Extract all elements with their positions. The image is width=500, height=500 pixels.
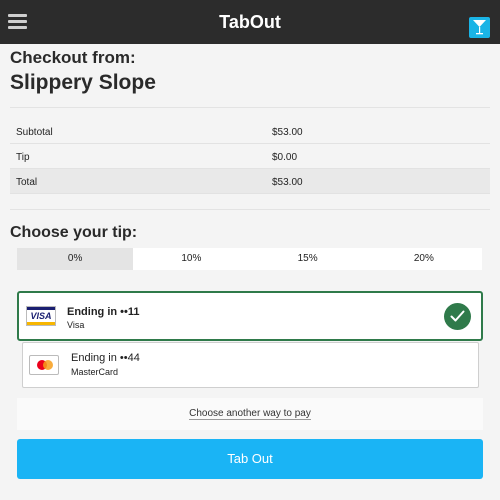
summary-row-subtotal: Subtotal $53.00 [10, 119, 490, 144]
tab-out-button[interactable]: Tab Out [17, 439, 483, 479]
card-ending: Ending in ••11 [67, 306, 140, 318]
another-way-label: Choose another way to pay [189, 408, 311, 420]
summary-row-tip: Tip $0.00 [10, 144, 490, 169]
tip-heading: Choose your tip: [10, 224, 138, 241]
card-brand: MasterCard [71, 367, 119, 377]
tip-option-0[interactable]: 0% [17, 248, 134, 270]
summary-value: $53.00 [272, 177, 303, 188]
divider [10, 209, 490, 210]
card-ending: Ending in ••44 [71, 352, 140, 364]
mastercard-logo [29, 355, 59, 375]
checkmark-icon [444, 303, 471, 330]
card-brand: Visa [67, 320, 85, 330]
summary-label: Total [16, 177, 38, 188]
order-summary: Subtotal $53.00 Tip $0.00 Total $53.00 [10, 119, 490, 194]
summary-row-total: Total $53.00 [10, 169, 490, 194]
summary-value: $0.00 [272, 152, 298, 163]
app-title: TabOut [219, 12, 281, 32]
choose-another-payment-link[interactable]: Choose another way to pay [17, 398, 483, 430]
checkout-heading: Checkout from: [10, 48, 136, 67]
visa-logo: VISA [26, 306, 56, 326]
payment-card-mastercard[interactable]: Ending in ••44 MasterCard [22, 342, 479, 388]
divider [10, 107, 490, 108]
summary-value: $53.00 [272, 127, 303, 138]
payment-card-visa[interactable]: VISA Ending in ••11 Visa [17, 291, 483, 341]
summary-label: Tip [16, 152, 30, 163]
tip-option-10[interactable]: 10% [133, 248, 249, 270]
summary-label: Subtotal [16, 127, 53, 138]
tip-option-20[interactable]: 20% [366, 248, 482, 270]
venue-name: Slippery Slope [10, 71, 156, 94]
tip-option-15[interactable]: 15% [250, 248, 366, 270]
tip-selector: 0% 10% 15% 20% [17, 248, 482, 270]
cocktail-glass-icon[interactable] [469, 17, 490, 38]
top-bar: TabOut [0, 0, 500, 44]
